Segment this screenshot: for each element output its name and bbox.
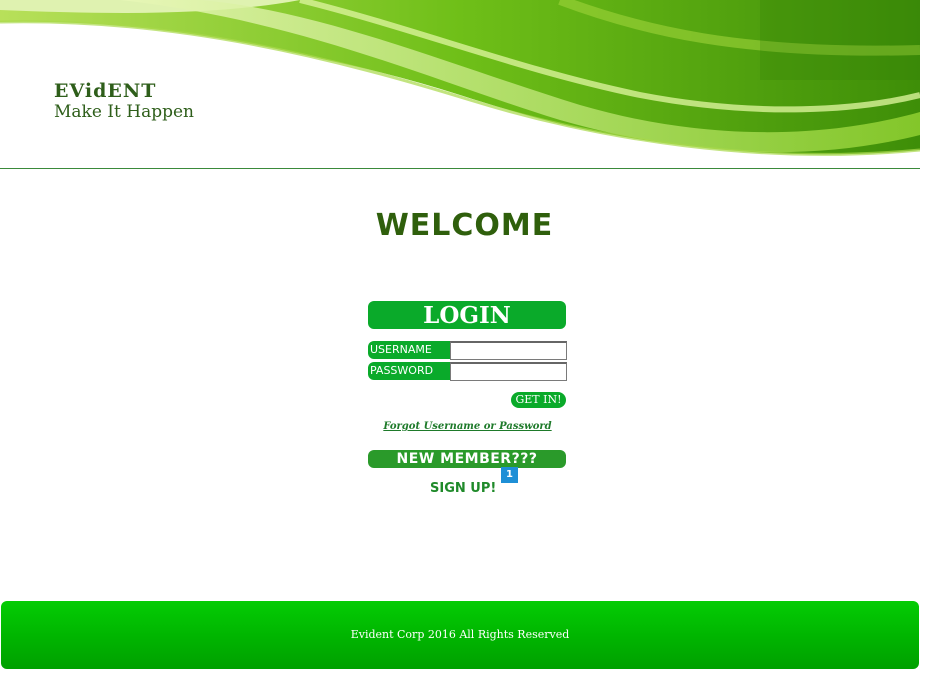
header-banner: EVidENT Make It Happen	[0, 0, 920, 169]
page-title: WELCOME	[375, 208, 554, 243]
password-label: PASSWORD	[368, 362, 450, 380]
brand-tagline: Make It Happen	[54, 102, 194, 122]
username-label: USERNAME	[368, 341, 450, 359]
get-in-button[interactable]: GET IN!	[511, 392, 566, 408]
footer-copyright: Evident Corp 2016 All Rights Reserved	[350, 628, 570, 641]
brand-name: EVidENT	[54, 80, 157, 102]
sign-up-link[interactable]: SIGN UP!	[430, 481, 496, 496]
username-input[interactable]	[450, 341, 567, 360]
brand-logo: EVidENT Make It Happen	[54, 80, 194, 122]
username-row: USERNAME	[368, 341, 567, 360]
footer: Evident Corp 2016 All Rights Reserved	[1, 601, 919, 669]
login-heading: LOGIN	[368, 301, 566, 329]
new-member-banner: NEW MEMBER???	[368, 450, 566, 468]
forgot-credentials-link[interactable]: Forgot Username or Password	[0, 421, 929, 432]
password-row: PASSWORD	[368, 362, 567, 381]
password-input[interactable]	[450, 362, 567, 381]
notification-badge: 1	[501, 467, 518, 483]
